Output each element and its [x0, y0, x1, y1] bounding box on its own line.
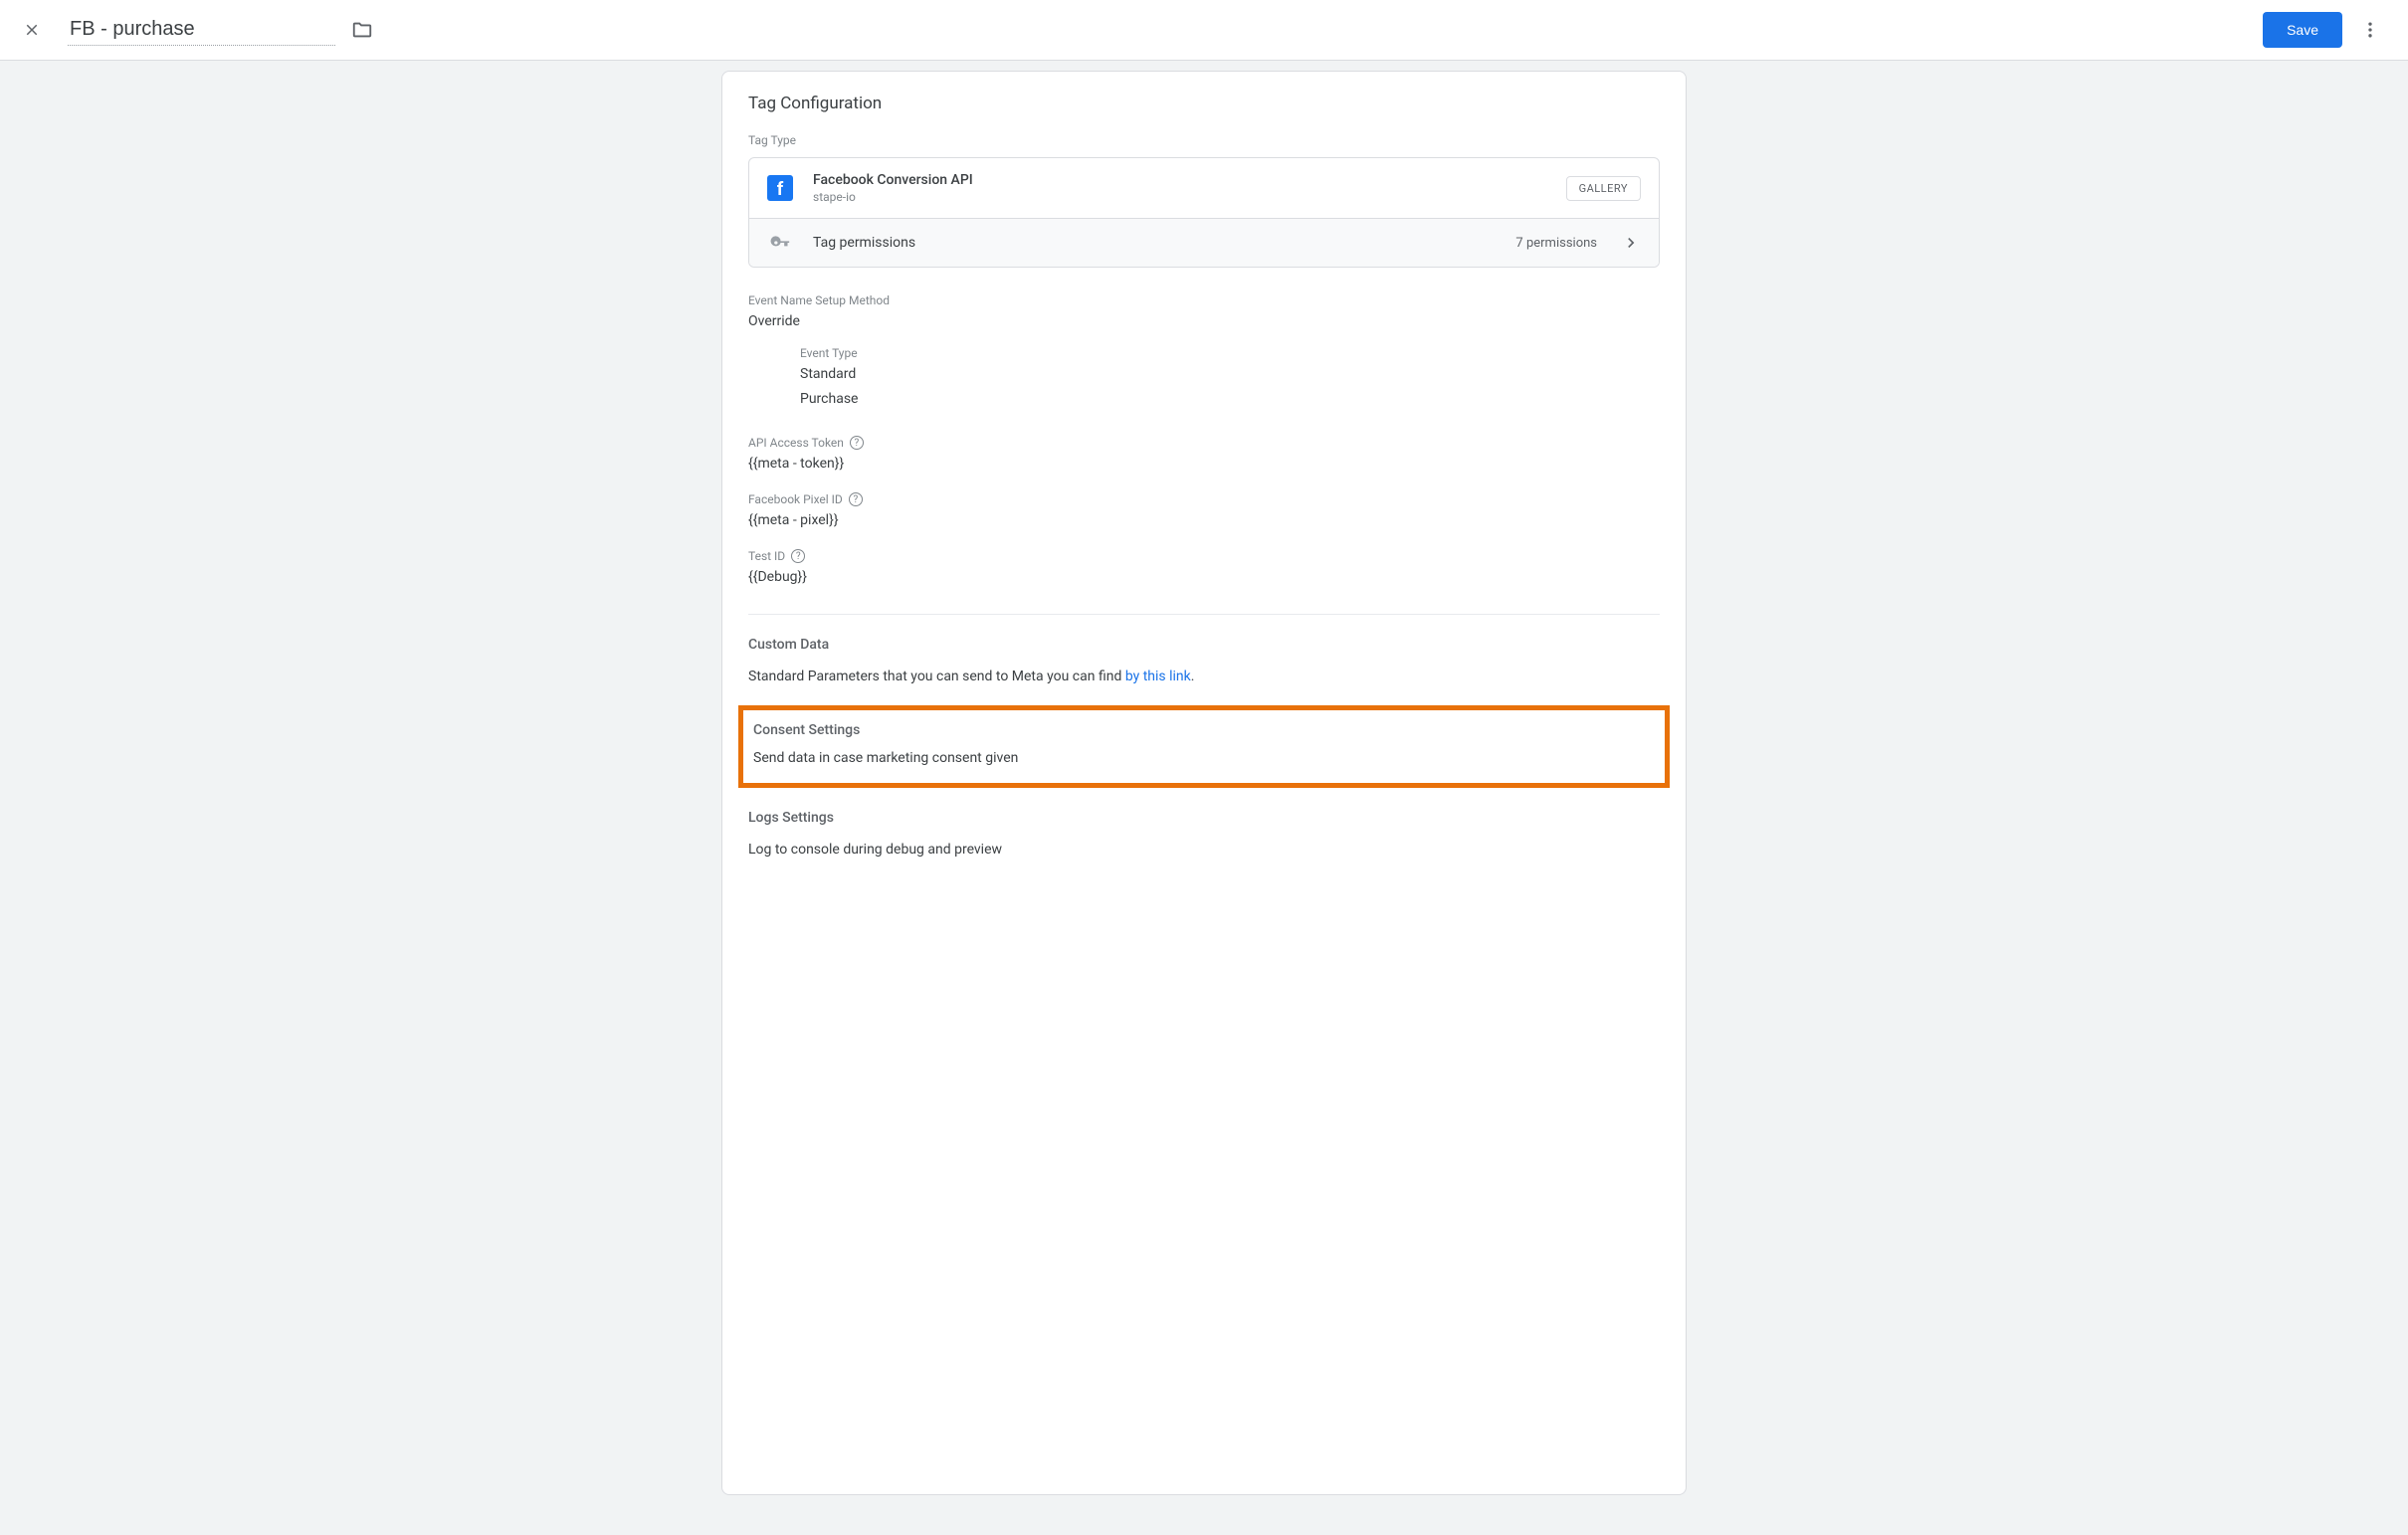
custom-data-link[interactable]: by this link [1125, 669, 1191, 684]
custom-data-text: Standard Parameters that you can send to… [748, 667, 1660, 687]
consent-settings-highlight: Consent Settings Send data in case marke… [738, 705, 1670, 788]
pixel-id-label: Facebook Pixel ID [748, 492, 843, 506]
save-button[interactable]: Save [2263, 12, 2342, 48]
close-icon [23, 21, 41, 39]
pixel-id-value: {{meta - pixel}} [748, 510, 1660, 531]
event-method-group: Event Name Setup Method Override Event T… [722, 293, 1686, 410]
page-body: Tag Configuration Tag Type f Facebook Co… [0, 61, 2408, 1535]
event-name-value: Purchase [800, 389, 1660, 410]
api-token-group: API Access Token ? {{meta - token}} [722, 436, 1686, 475]
event-method-label: Event Name Setup Method [748, 293, 1660, 307]
gallery-badge: GALLERY [1566, 176, 1641, 201]
test-id-label: Test ID [748, 549, 785, 563]
tag-type-name: Facebook Conversion API [813, 172, 1546, 188]
tag-configuration-card: Tag Configuration Tag Type f Facebook Co… [721, 71, 1687, 1495]
permissions-count: 7 permissions [1515, 236, 1597, 251]
help-icon[interactable]: ? [791, 549, 805, 563]
api-token-value: {{meta - token}} [748, 454, 1660, 475]
help-icon[interactable]: ? [850, 436, 864, 450]
custom-data-suffix: . [1191, 669, 1195, 684]
close-button[interactable] [20, 18, 44, 42]
api-token-label: API Access Token [748, 436, 844, 450]
folder-button[interactable] [351, 19, 373, 41]
more-menu-button[interactable] [2352, 12, 2388, 48]
divider [748, 614, 1660, 615]
event-type-label: Event Type [800, 346, 1660, 360]
tag-type-provider: stape-io [813, 190, 1546, 204]
page-header: Save [0, 0, 2408, 61]
card-title: Tag Configuration [722, 72, 1686, 127]
chevron-right-icon [1621, 233, 1641, 253]
event-method-value: Override [748, 311, 1660, 332]
more-vert-icon [2360, 20, 2380, 40]
tag-type-row[interactable]: f Facebook Conversion API stape-io GALLE… [749, 158, 1659, 218]
logs-text: Log to console during debug and preview [748, 840, 1660, 861]
custom-data-section: Custom Data Standard Parameters that you… [722, 637, 1686, 687]
key-icon [767, 233, 793, 253]
help-icon[interactable]: ? [849, 492, 863, 506]
tag-permissions-row[interactable]: Tag permissions 7 permissions [749, 218, 1659, 267]
tag-type-label: Tag Type [722, 133, 1686, 147]
folder-icon [351, 19, 373, 41]
pixel-id-group: Facebook Pixel ID ? {{meta - pixel}} [722, 492, 1686, 531]
tag-type-box: f Facebook Conversion API stape-io GALLE… [748, 157, 1660, 268]
consent-text: Send data in case marketing consent give… [753, 748, 1655, 769]
custom-data-prefix: Standard Parameters that you can send to… [748, 669, 1125, 684]
test-id-value: {{Debug}} [748, 567, 1660, 588]
event-type-value: Standard [800, 364, 1660, 385]
facebook-icon: f [767, 175, 793, 201]
permissions-label: Tag permissions [813, 235, 1496, 251]
logs-section: Logs Settings Log to console during debu… [722, 810, 1686, 861]
custom-data-heading: Custom Data [748, 637, 1660, 653]
consent-heading: Consent Settings [753, 722, 1655, 738]
test-id-group: Test ID ? {{Debug}} [722, 549, 1686, 588]
logs-heading: Logs Settings [748, 810, 1660, 826]
tag-name-input[interactable] [68, 14, 335, 46]
